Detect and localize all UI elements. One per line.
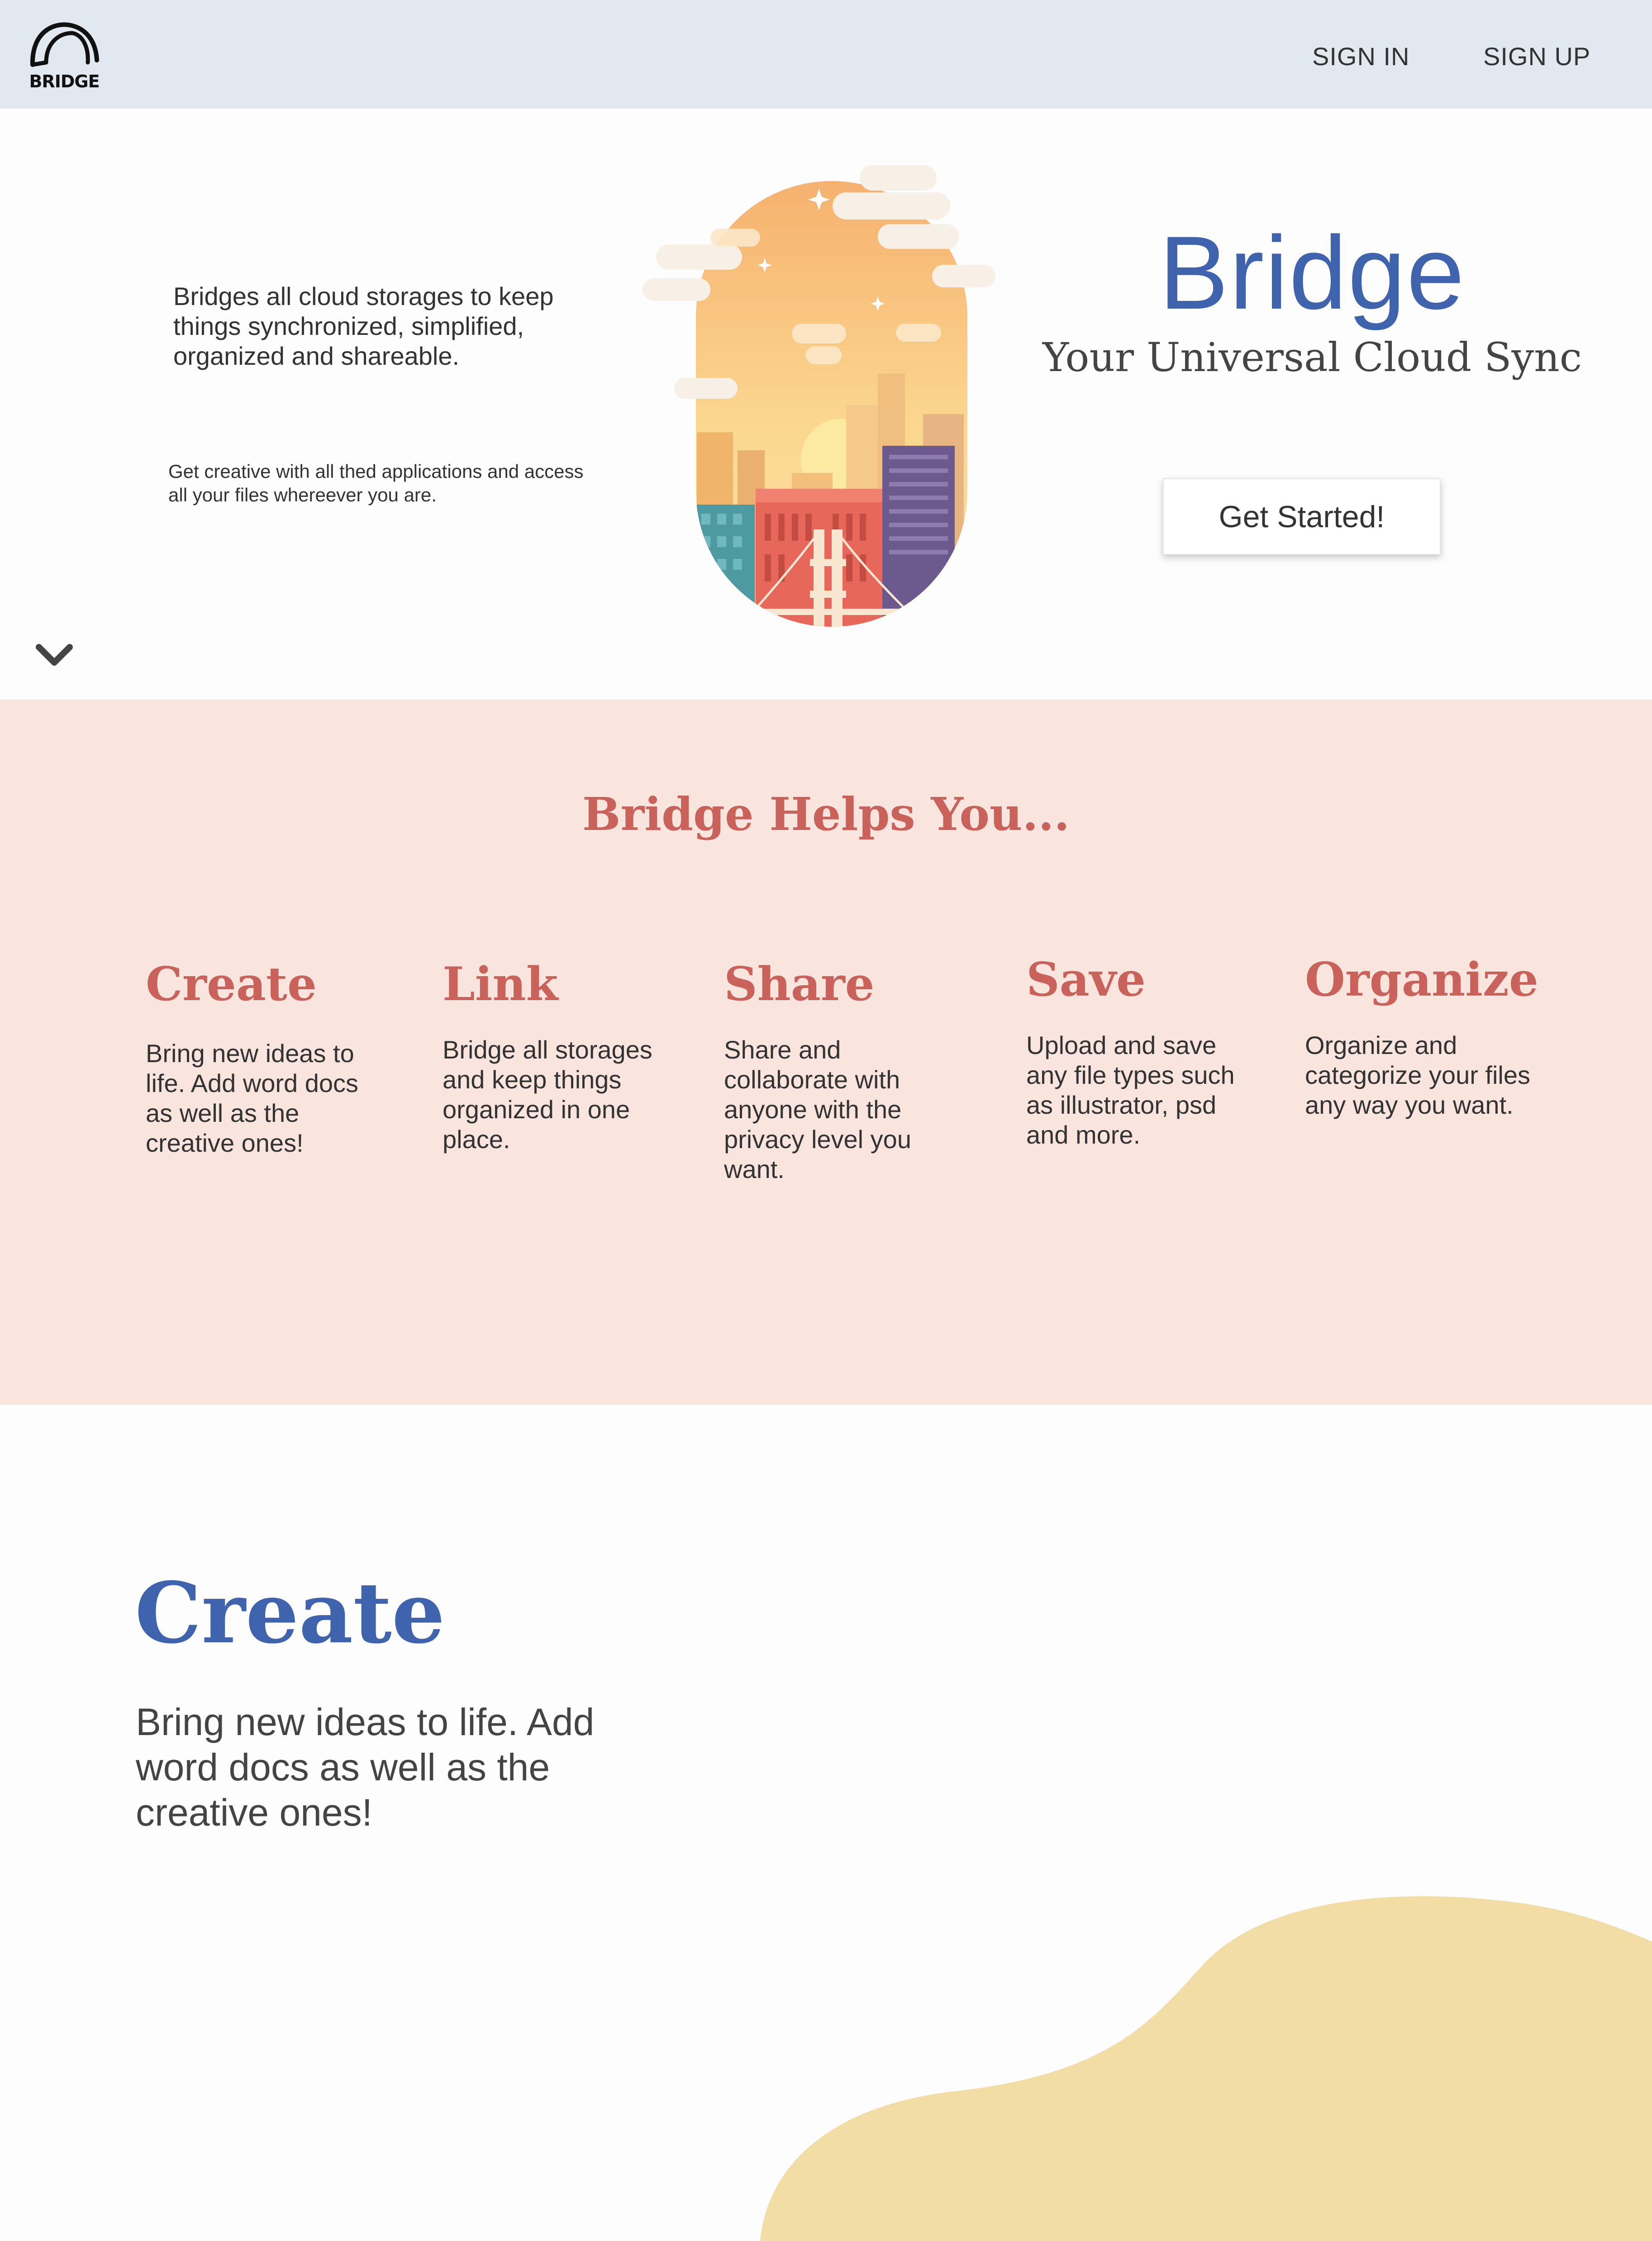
- get-started-button[interactable]: Get Started!: [1163, 478, 1441, 555]
- feature-text: Bridge all storages and keep things orga…: [443, 1035, 652, 1154]
- decorative-blob: [760, 1896, 1652, 2241]
- feature-link: Link Bridge all storages and keep things…: [443, 957, 678, 1154]
- feature-share: Share Share and collaborate with anyone …: [724, 957, 959, 1184]
- hero-description: Bridges all cloud storages to keep thing…: [173, 282, 554, 370]
- logo-text: BRIDGE: [29, 72, 100, 91]
- features-title: Bridge Helps You...: [582, 787, 1070, 841]
- feature-text: Bring new ideas to life. Add word docs a…: [146, 1039, 359, 1157]
- sign-up-link[interactable]: SIGN UP: [1483, 42, 1590, 71]
- sign-in-link[interactable]: SIGN IN: [1312, 42, 1409, 71]
- feature-title: Create: [146, 957, 317, 1011]
- feature-title: Share: [724, 957, 875, 1011]
- bridge-logo[interactable]: BRIDGE: [28, 17, 100, 94]
- feature-text: Share and collaborate with anyone with t…: [724, 1035, 911, 1183]
- city-bridge-illustration: [643, 165, 995, 627]
- feature-text: Upload and save any file types such as i…: [1026, 1031, 1235, 1149]
- feature-title: Save: [1026, 953, 1146, 1007]
- brand-title: Bridge: [1159, 215, 1466, 331]
- detail-text: Bring new ideas to life. Add word docs a…: [136, 1701, 595, 1834]
- hero-sub-description: Get creative with all thed applications …: [168, 461, 584, 505]
- feature-text: Organize and categorize your files any w…: [1305, 1031, 1531, 1119]
- detail-title: Create: [135, 1564, 445, 1662]
- feature-create: Create Bring new ideas to life. Add word…: [146, 957, 381, 1158]
- chevron-down-icon[interactable]: [35, 642, 73, 669]
- feature-organize: Organize Organize and categorize your fi…: [1305, 953, 1540, 1120]
- feature-title: Link: [443, 957, 558, 1011]
- brand-tagline: Your Universal Cloud Sync: [1042, 334, 1582, 381]
- feature-save: Save Upload and save any file types such…: [1026, 953, 1262, 1150]
- bridge-arch-icon: [30, 22, 99, 67]
- feature-title: Organize: [1305, 953, 1538, 1007]
